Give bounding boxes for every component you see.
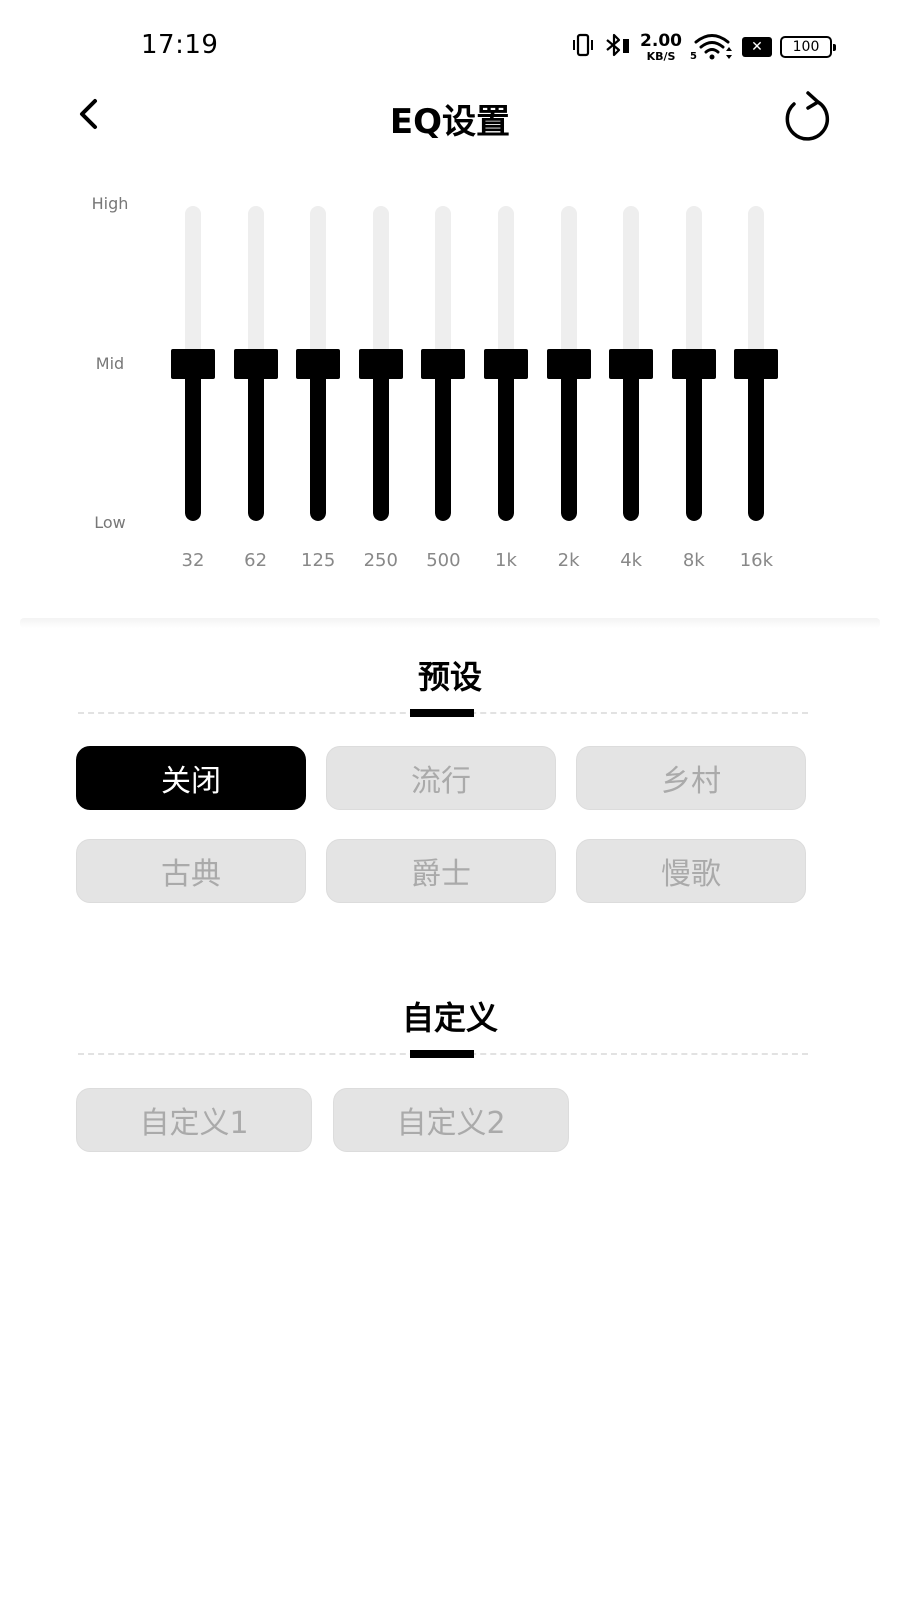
eq-band-500[interactable]: 500 — [417, 206, 469, 581]
battery-icon: 100 — [780, 36, 836, 58]
eq-slider-fill — [560, 363, 577, 521]
eq-slider-fill — [498, 363, 514, 521]
wifi-icon: 5 — [690, 32, 734, 62]
eq-slider-thumb[interactable] — [734, 348, 779, 379]
network-speed: 2.00 KB/S — [640, 30, 682, 63]
eq-slider-fill — [310, 363, 327, 521]
preset-button[interactable]: 关闭 — [76, 746, 306, 810]
eq-slider-fill — [748, 363, 765, 521]
preset-button[interactable]: 乡村 — [576, 746, 806, 810]
preset-button[interactable]: 爵士 — [326, 839, 556, 903]
level-low-label: Low — [94, 513, 126, 532]
page-title: EQ设置 — [389, 102, 511, 142]
preset-button[interactable]: 流行 — [326, 746, 556, 810]
eq-slider-thumb[interactable] — [296, 348, 341, 379]
no-sim-icon: ✕ — [742, 37, 772, 57]
custom-title: 自定义 — [401, 999, 498, 1037]
eq-slider-thumb[interactable] — [546, 348, 591, 379]
eq-slider-fill — [623, 363, 640, 521]
eq-slider-thumb[interactable] — [358, 348, 403, 379]
header: EQ设置 — [0, 90, 900, 150]
eq-slider-thumb[interactable] — [609, 348, 654, 379]
preset-button[interactable]: 慢歌 — [576, 839, 806, 903]
status-bar: 17:19 2.00 KB/S 5 ✕ 100 — [0, 0, 900, 90]
vibrate-icon — [570, 32, 596, 62]
eq-slider-fill — [435, 363, 452, 521]
presets-title: 预设 — [417, 658, 482, 696]
eq-band-32[interactable]: 32 — [167, 206, 219, 581]
custom-underline — [410, 1050, 474, 1058]
eq-band-label: 16k — [739, 550, 774, 571]
eq-band-250[interactable]: 250 — [355, 206, 407, 581]
eq-band-2k[interactable]: 2k — [543, 206, 595, 581]
level-high-label: High — [91, 194, 129, 213]
section-shadow — [20, 618, 880, 628]
eq-slider-thumb[interactable] — [171, 348, 215, 379]
equalizer: High Mid Low 32 62 125 250 500 1k 2k 4k 8k 16k — [0, 190, 900, 590]
eq-band-16k[interactable]: 16k — [730, 206, 782, 581]
eq-slider-fill — [372, 363, 389, 521]
eq-slider-thumb[interactable] — [484, 348, 528, 379]
level-mid-label: Mid — [95, 354, 125, 373]
status-time: 17:19 — [141, 30, 219, 60]
preset-button[interactable]: 古典 — [76, 839, 306, 903]
eq-slider-fill — [247, 363, 264, 521]
bluetooth-icon — [604, 32, 632, 62]
status-icons: 2.00 KB/S 5 ✕ 100 — [570, 30, 836, 64]
eq-slider-thumb[interactable] — [421, 348, 466, 379]
eq-band-62[interactable]: 62 — [230, 206, 282, 581]
eq-band-8k[interactable]: 8k — [668, 206, 720, 581]
eq-settings-screen: 17:19 2.00 KB/S 5 ✕ 100 EQ设置 High Mid Lo… — [0, 0, 900, 1600]
eq-slider-thumb[interactable] — [671, 348, 716, 379]
custom-preset-button[interactable]: 自定义2 — [333, 1088, 569, 1152]
eq-band-125[interactable]: 125 — [292, 206, 344, 581]
refresh-icon — [785, 91, 830, 141]
eq-slider-fill — [185, 363, 201, 521]
custom-preset-button[interactable]: 自定义1 — [76, 1088, 312, 1152]
eq-band-1k[interactable]: 1k — [480, 206, 532, 581]
eq-slider-thumb[interactable] — [233, 348, 278, 379]
presets-underline — [410, 709, 474, 717]
reset-button[interactable] — [778, 90, 834, 142]
eq-slider-fill — [685, 363, 702, 521]
eq-band-4k[interactable]: 4k — [605, 206, 657, 581]
